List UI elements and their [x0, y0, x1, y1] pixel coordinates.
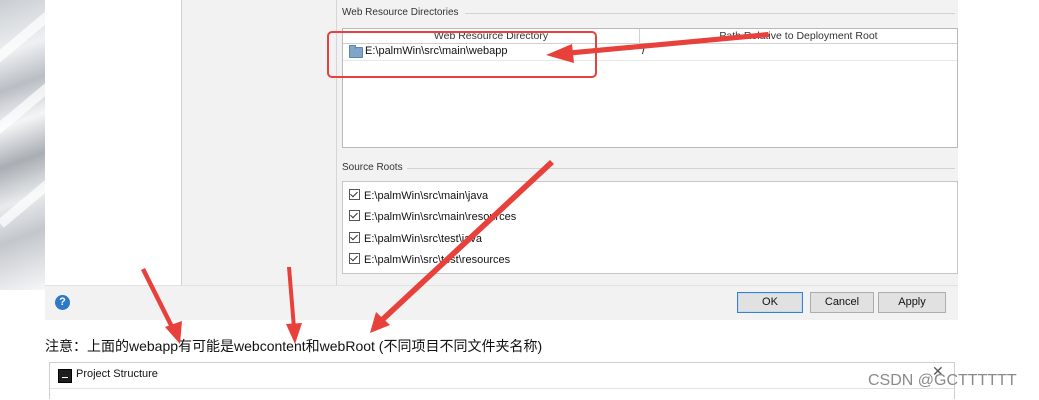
annotation-arrowhead: [546, 44, 574, 63]
annotation-arrow: [380, 160, 554, 322]
annotation-arrows: [141, 32, 770, 344]
annotation-arrowhead: [286, 323, 302, 344]
annotation-arrowhead: [165, 321, 182, 344]
annotation-arrow: [287, 267, 296, 328]
annotation-arrow: [563, 32, 770, 56]
annotation-arrow: [141, 268, 176, 332]
